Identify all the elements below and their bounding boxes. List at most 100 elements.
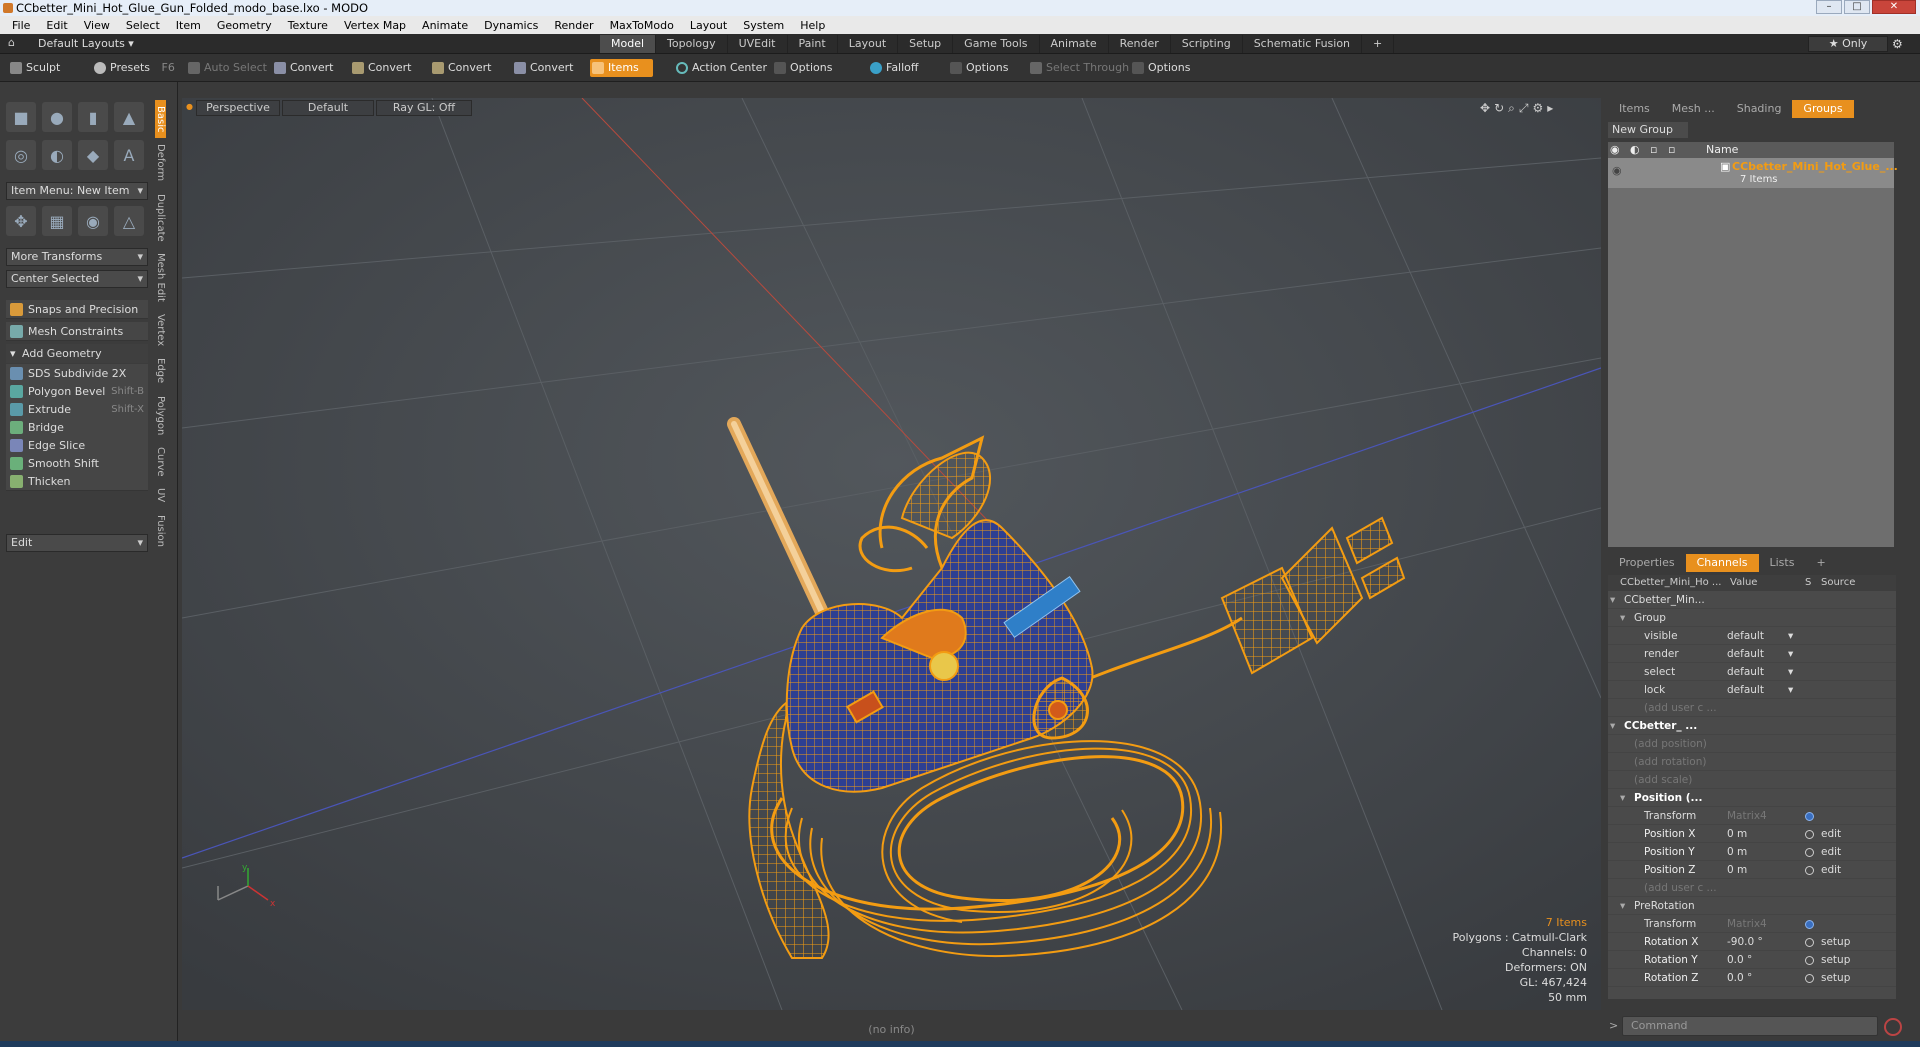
channel-value[interactable]: 0 m — [1727, 861, 1747, 879]
auto-select-button[interactable]: Auto Select — [186, 59, 267, 77]
torus-icon[interactable]: ◎ — [6, 140, 36, 170]
item-menu-dropdown[interactable]: Item Menu: New Item — [6, 182, 148, 200]
tool-extrude[interactable]: Extrude Shift-X — [6, 400, 148, 419]
menu-help[interactable]: Help — [792, 19, 833, 32]
side-tab-basic[interactable]: Basic — [155, 100, 166, 139]
tab-channels[interactable]: Channels — [1685, 554, 1759, 572]
mesh-constraints-button[interactable]: Mesh Constraints — [6, 322, 148, 341]
globe-icon[interactable]: ◉ — [78, 206, 108, 236]
grid-icon[interactable]: ▦ — [42, 206, 72, 236]
move-icon[interactable]: ✥ — [6, 206, 36, 236]
tool-sds-subdivide-2x[interactable]: SDS Subdivide 2X — [6, 364, 148, 383]
viewport-arrow-icon[interactable]: ▸ — [1547, 101, 1553, 116]
tab-topology[interactable]: Topology — [656, 35, 728, 53]
chevron-down-icon[interactable]: ▾ — [1620, 897, 1625, 915]
chevron-down-icon[interactable]: ▾ — [1610, 591, 1615, 609]
menu-file[interactable]: File — [4, 19, 38, 32]
chevron-down-icon[interactable]: ▾ — [1788, 627, 1793, 645]
tab-animate[interactable]: Animate — [1040, 35, 1109, 53]
options-button-3[interactable]: Options — [1130, 59, 1190, 77]
center-selected-dropdown[interactable]: Center Selected — [6, 270, 148, 288]
maximize-button[interactable]: □ — [1844, 0, 1870, 14]
viewport-gear-icon[interactable]: ⚙ — [1532, 101, 1543, 116]
command-input[interactable]: Command — [1622, 1016, 1878, 1036]
tab-add[interactable]: + — [1805, 554, 1836, 572]
raygl-button[interactable]: Ray GL: Off — [376, 100, 472, 116]
convert-button-3[interactable]: Convert — [430, 59, 492, 77]
menu-animate[interactable]: Animate — [414, 19, 476, 32]
channel-value[interactable]: Matrix4 — [1727, 915, 1767, 933]
menu-item[interactable]: Item — [168, 19, 209, 32]
cylinder-icon[interactable]: ▮ — [78, 102, 108, 132]
default-layouts-dropdown[interactable]: Default Layouts ▾ — [38, 37, 134, 50]
channel-row[interactable]: ▾ Position (... — [1608, 789, 1896, 807]
tab-layout[interactable]: Layout — [838, 35, 899, 53]
channel-value[interactable]: default — [1727, 663, 1764, 681]
falloff-button[interactable]: Falloff — [868, 59, 918, 77]
menu-maxtomodo[interactable]: MaxToModo — [602, 19, 682, 32]
channel-value[interactable]: default — [1727, 681, 1764, 699]
side-tab-uv[interactable]: UV — [155, 482, 166, 508]
channel-value[interactable]: 0.0 ° — [1727, 951, 1752, 969]
tool-bridge[interactable]: Bridge — [6, 418, 148, 437]
action-center-button[interactable]: Action Center — [674, 59, 767, 77]
cone-icon[interactable]: ▲ — [114, 102, 144, 132]
view-perspective-button[interactable]: Perspective — [196, 100, 280, 116]
side-tab-edge[interactable]: Edge — [155, 352, 166, 389]
menu-system[interactable]: System — [735, 19, 792, 32]
channel-row[interactable]: (add user c ... — [1608, 879, 1896, 897]
tab-items[interactable]: Items — [1608, 100, 1661, 118]
channel-row[interactable]: (add scale) — [1608, 771, 1896, 789]
view-shading-button[interactable]: Default — [282, 100, 374, 116]
channel-value[interactable]: Matrix4 — [1727, 807, 1767, 825]
source-icon[interactable] — [1805, 848, 1814, 857]
cube-icon[interactable]: ■ — [6, 102, 36, 132]
channel-row[interactable]: ▾ CCbetter_ ... — [1608, 717, 1896, 735]
channel-row[interactable]: ▾ CCbetter_Min... — [1608, 591, 1896, 609]
chevron-down-icon[interactable]: ▾ — [1620, 609, 1625, 627]
channel-row[interactable]: lock default ▾ — [1608, 681, 1896, 699]
tool-edge-slice[interactable]: Edge Slice — [6, 436, 148, 455]
channel-value[interactable]: default — [1727, 645, 1764, 663]
tab-model[interactable]: Model — [600, 35, 657, 53]
channel-row[interactable]: ▾ PreRotation — [1608, 897, 1896, 915]
menu-dynamics[interactable]: Dynamics — [476, 19, 546, 32]
tab-game-tools[interactable]: Game Tools — [953, 35, 1040, 53]
tab-scripting[interactable]: Scripting — [1171, 35, 1243, 53]
record-icon[interactable] — [1884, 1018, 1902, 1036]
channel-row[interactable]: Position Y 0 m edit — [1608, 843, 1896, 861]
presets-button[interactable]: Presets F6 — [92, 59, 175, 77]
convert-button-4[interactable]: Convert — [512, 59, 574, 77]
channel-row[interactable]: Transform Matrix4 — [1608, 915, 1896, 933]
source-icon[interactable] — [1805, 938, 1814, 947]
convert-button-1[interactable]: Convert — [272, 59, 334, 77]
channel-value[interactable]: 0.0 ° — [1727, 969, 1752, 987]
tab-properties[interactable]: Properties — [1608, 554, 1686, 572]
new-group-button[interactable]: New Group — [1608, 122, 1688, 138]
visibility-icon[interactable]: ◉ — [1612, 164, 1622, 177]
tab-render[interactable]: Render — [1109, 35, 1171, 53]
side-tab-fusion[interactable]: Fusion — [155, 509, 166, 553]
add-geometry-section[interactable]: ▾ Add Geometry — [6, 344, 148, 363]
channel-row[interactable]: render default ▾ — [1608, 645, 1896, 663]
fit-icon[interactable]: ⤢ — [1519, 101, 1529, 116]
channel-row[interactable]: Transform Matrix4 — [1608, 807, 1896, 825]
3d-viewport[interactable]: y x — [182, 98, 1601, 1010]
chevron-down-icon[interactable]: ▾ — [1610, 717, 1615, 735]
tool-polygon-bevel[interactable]: Polygon Bevel Shift-B — [6, 382, 148, 401]
channel-row[interactable]: (add position) — [1608, 735, 1896, 753]
chevron-down-icon[interactable]: ▾ — [1788, 645, 1793, 663]
chevron-down-icon[interactable]: ▾ — [1788, 663, 1793, 681]
side-tab-duplicate[interactable]: Duplicate — [155, 188, 166, 248]
side-tab-polygon[interactable]: Polygon — [155, 390, 166, 441]
tab-paint[interactable]: Paint — [788, 35, 838, 53]
menu-texture[interactable]: Texture — [280, 19, 336, 32]
zoom-icon[interactable]: ⌕ — [1508, 101, 1515, 116]
gear-icon[interactable]: ⚙ — [1892, 37, 1903, 51]
side-tab-curve[interactable]: Curve — [155, 441, 166, 483]
channel-value[interactable]: default — [1727, 627, 1764, 645]
channel-value[interactable]: 0 m — [1727, 843, 1747, 861]
tab-groups[interactable]: Groups — [1792, 100, 1854, 118]
tab--[interactable]: + — [1362, 35, 1395, 53]
channel-row[interactable]: visible default ▾ — [1608, 627, 1896, 645]
